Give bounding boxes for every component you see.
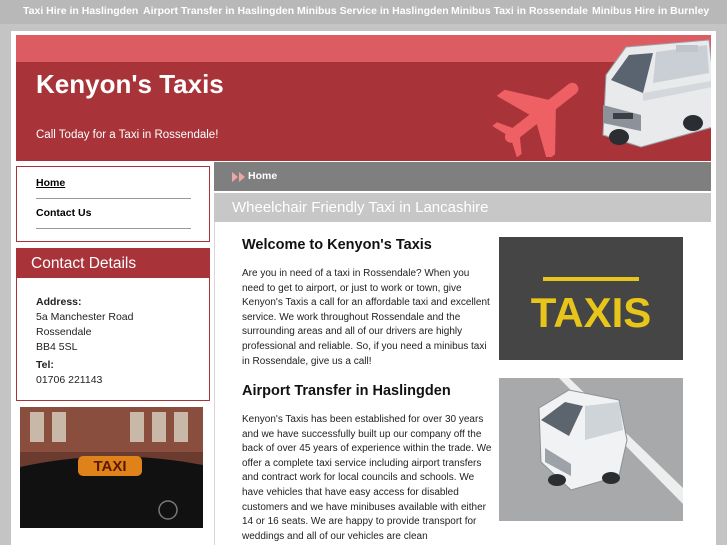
minibus-road-image xyxy=(499,378,683,521)
breadcrumb-home[interactable]: Home xyxy=(248,170,277,182)
sidenav-item-home[interactable]: Home xyxy=(36,177,65,189)
breadcrumb: Home xyxy=(214,162,711,191)
section-body-airport: Kenyon's Taxis has been established for … xyxy=(242,414,492,542)
airplane-icon xyxy=(492,82,579,157)
site-title[interactable]: Kenyon's Taxis xyxy=(36,69,224,100)
taxis-road-image: TAXIS xyxy=(499,237,683,360)
taxi-sign-text: TAXI xyxy=(93,458,126,475)
contact-details-box: Contact Details Address: 5a Manchester R… xyxy=(16,248,210,401)
divider xyxy=(36,228,191,229)
page-subheading: Wheelchair Friendly Taxi in Lancashire xyxy=(214,193,711,222)
sidenav-item-contact-us[interactable]: Contact Us xyxy=(36,207,91,219)
topnav-link-minibus-service[interactable]: Minibus Service in Haslingden xyxy=(297,5,449,17)
section-body-welcome: Are you in need of a taxi in Rossendale?… xyxy=(242,268,490,367)
subheading-text: Wheelchair Friendly Taxi in Lancashire xyxy=(232,199,489,216)
side-navigation: Home Contact Us xyxy=(16,166,210,242)
address-line: 5a Manchester Road xyxy=(36,311,134,323)
double-chevron-icon xyxy=(232,172,245,182)
taxi-sign-image: TAXI xyxy=(20,407,203,528)
topnav-link-airport-transfer[interactable]: Airport Transfer in Haslingden xyxy=(143,5,294,17)
main-content: Welcome to Kenyon's Taxis Are you in nee… xyxy=(214,222,711,545)
section-heading-airport: Airport Transfer in Haslingden xyxy=(242,383,451,399)
topnav-link-minibus-taxi[interactable]: Minibus Taxi in Rossendale xyxy=(451,5,588,17)
topnav-link-taxi-hire[interactable]: Taxi Hire in Haslingden xyxy=(23,5,138,17)
taxis-road-text: TAXIS xyxy=(531,289,652,336)
section-heading-welcome: Welcome to Kenyon's Taxis xyxy=(242,237,432,253)
address-line: Rossendale xyxy=(36,326,92,338)
contact-details-heading: Contact Details xyxy=(31,255,137,272)
divider xyxy=(36,198,191,199)
top-navigation: Taxi Hire in Haslingden Airport Transfer… xyxy=(0,0,727,24)
page-container: Kenyon's Taxis Call Today for a Taxi in … xyxy=(11,31,716,545)
header-banner: Kenyon's Taxis Call Today for a Taxi in … xyxy=(16,35,711,161)
address-label: Address: xyxy=(36,296,82,308)
tel-label: Tel: xyxy=(36,359,54,371)
topnav-link-minibus-hire[interactable]: Minibus Hire in Burnley xyxy=(592,5,709,17)
minibus-image xyxy=(602,39,711,148)
tel-number: 01706 221143 xyxy=(36,374,103,386)
site-tagline: Call Today for a Taxi in Rossendale! xyxy=(36,129,219,141)
contact-details-header: Contact Details xyxy=(17,249,209,278)
address-line: BB4 5SL xyxy=(36,341,78,353)
